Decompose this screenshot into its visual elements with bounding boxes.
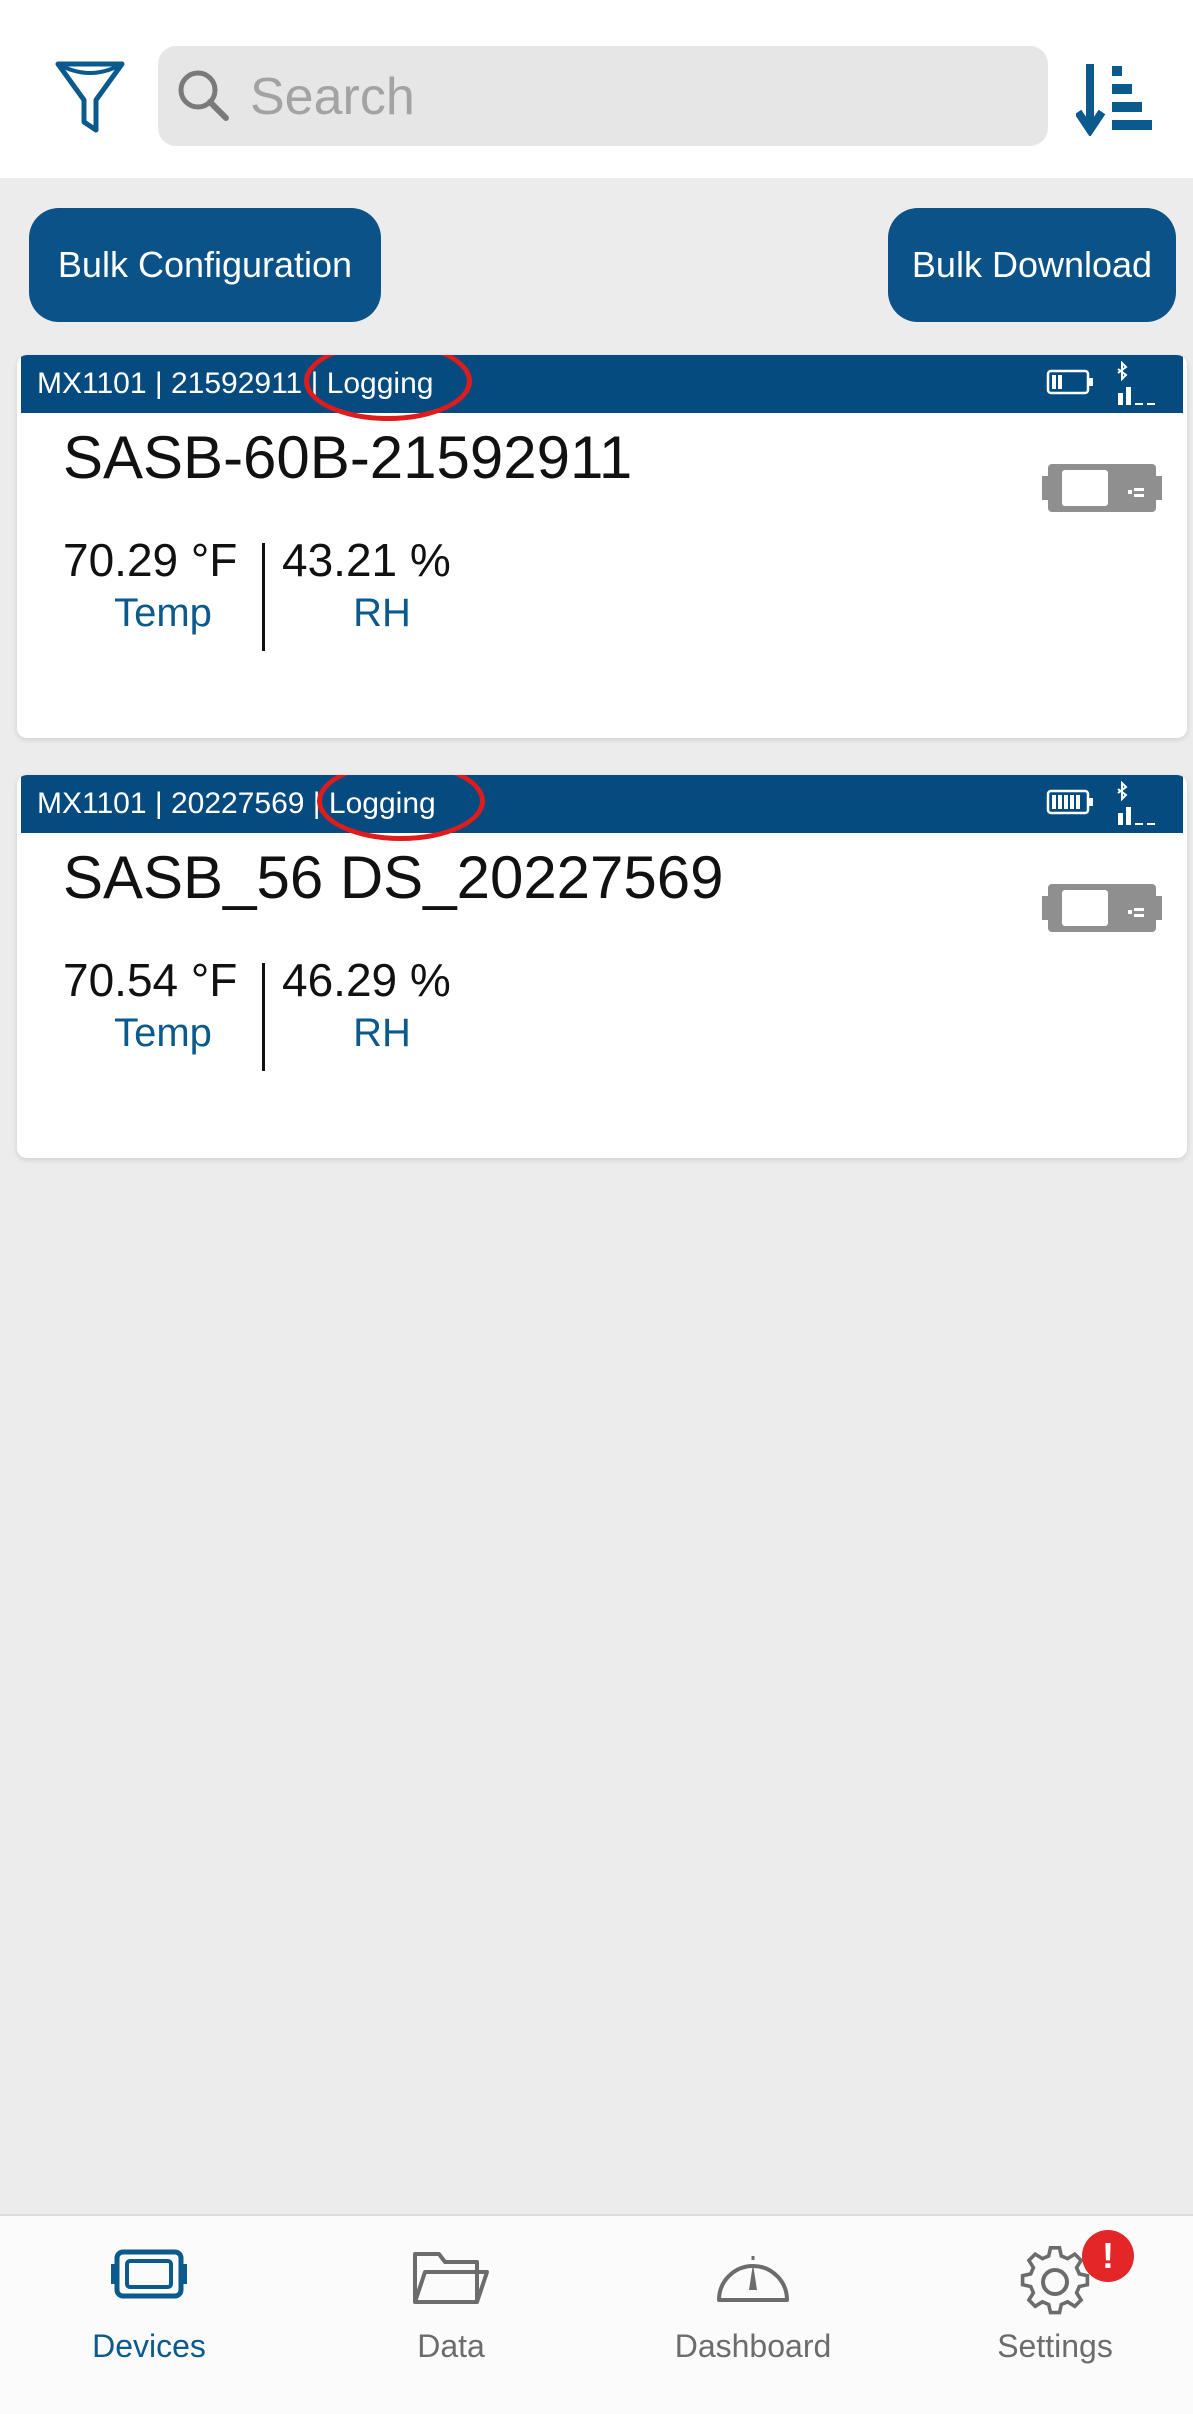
- bottom-tab-bar: Devices Data Dashboard ! Settings: [0, 2214, 1193, 2414]
- tab-label: Settings: [997, 2328, 1113, 2364]
- tab-label: Dashboard: [674, 2328, 832, 2364]
- reading-divider: [262, 543, 265, 651]
- top-bar: [0, 0, 1193, 178]
- device-model-serial: MX1101 | 20227569: [37, 787, 313, 820]
- tab-dashboard[interactable]: Dashboard: [604, 2216, 902, 2414]
- bluetooth-signal-icon: [1117, 361, 1155, 405]
- sort-icon[interactable]: [1074, 60, 1156, 138]
- device-card-header: MX1101 | 21592911 | Logging: [21, 355, 1183, 421]
- temp-reading: 70.54 °F Temp: [63, 953, 263, 1056]
- temp-label: Temp: [114, 591, 212, 635]
- rh-label: RH: [353, 591, 411, 635]
- device-card-header: MX1101 | 20227569 | Logging: [21, 775, 1183, 841]
- temp-value: 70.29 °F: [63, 534, 238, 586]
- temp-reading: 70.29 °F Temp: [63, 533, 263, 636]
- tab-data[interactable]: Data: [302, 2216, 600, 2414]
- search-bar[interactable]: [158, 46, 1048, 148]
- gear-icon: [1020, 2246, 1090, 2315]
- folder-icon: [413, 2252, 489, 2304]
- tab-settings[interactable]: ! Settings: [906, 2216, 1193, 2414]
- filter-icon[interactable]: [52, 56, 128, 136]
- device-model-serial: MX1101 | 21592911: [37, 367, 311, 400]
- gauge-icon: [717, 2256, 789, 2302]
- rh-reading: 46.29 % RH: [282, 953, 482, 1056]
- settings-alert-badge: !: [1082, 2230, 1134, 2282]
- device-icon: [111, 2249, 187, 2299]
- temp-label: Temp: [114, 1011, 212, 1055]
- logger-device-icon: [1042, 884, 1162, 932]
- tab-label: Data: [417, 2328, 485, 2364]
- temp-value: 70.54 °F: [63, 954, 238, 1006]
- reading-divider: [262, 963, 265, 1071]
- bulk-download-button[interactable]: Bulk Download: [888, 208, 1176, 322]
- device-name: SASB_56 DS_20227569: [63, 844, 724, 911]
- bluetooth-signal-icon: [1117, 781, 1155, 825]
- device-card[interactable]: MX1101 | 21592911 | Logging SASB-60B-215…: [17, 355, 1187, 738]
- rh-reading: 43.21 % RH: [282, 533, 482, 636]
- battery-low-icon: [1046, 369, 1093, 395]
- logger-device-icon: [1042, 464, 1162, 512]
- device-name: SASB-60B-21592911: [63, 424, 633, 491]
- rh-value: 43.21 %: [282, 534, 451, 586]
- rh-value: 46.29 %: [282, 954, 451, 1006]
- search-input[interactable]: [248, 46, 1032, 148]
- tab-label: Devices: [92, 2328, 206, 2364]
- tab-devices[interactable]: Devices: [0, 2216, 298, 2414]
- bulk-configuration-button[interactable]: Bulk Configuration: [29, 208, 381, 322]
- rh-label: RH: [353, 1011, 411, 1055]
- battery-full-icon: [1046, 789, 1093, 815]
- device-card[interactable]: MX1101 | 20227569 | Logging SASB_56 DS_2…: [17, 775, 1187, 1158]
- search-icon: [178, 70, 229, 121]
